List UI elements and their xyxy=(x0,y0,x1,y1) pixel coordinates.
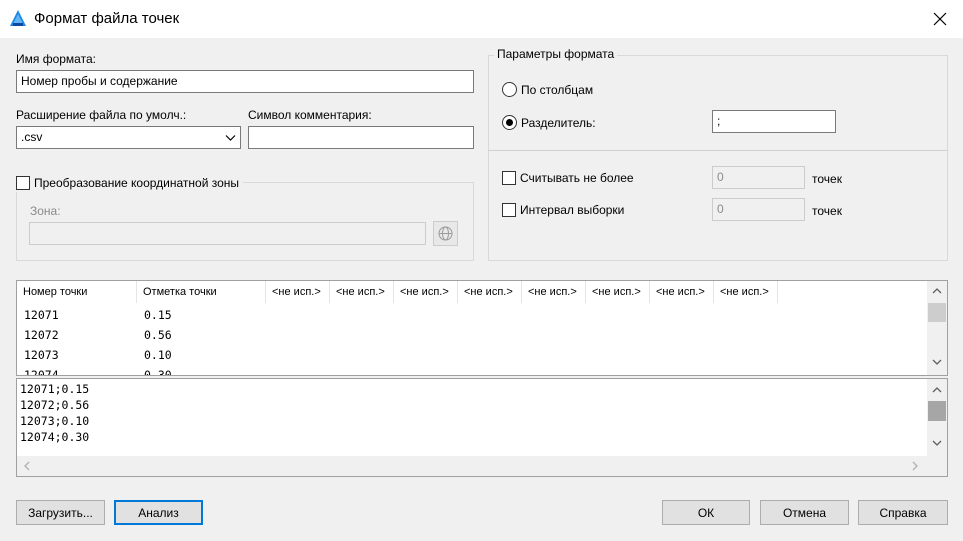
column-header[interactable]: <не исп.> xyxy=(714,281,778,303)
sample-interval-label: Интервал выборки xyxy=(520,203,625,217)
point-elevation-cell: 0.15 xyxy=(144,308,172,322)
column-header[interactable]: <не исп.> xyxy=(586,281,650,303)
table-vertical-scrollbar[interactable] xyxy=(927,281,947,375)
preview-vertical-scrollbar[interactable] xyxy=(927,379,947,456)
delimiter-radio[interactable] xyxy=(502,115,517,130)
zone-label: Зона: xyxy=(30,204,61,218)
scroll-right-icon[interactable] xyxy=(912,461,919,471)
delimiter-input[interactable]: ; xyxy=(712,110,836,133)
scroll-down-icon[interactable] xyxy=(932,440,942,447)
by-columns-label: По столбцам xyxy=(521,82,594,97)
close-button[interactable] xyxy=(922,5,958,33)
delimiter-label: Разделитель: xyxy=(521,115,596,130)
column-header[interactable]: Отметка точки xyxy=(137,281,266,303)
point-number-cell: 12073 xyxy=(24,348,59,362)
read-max-checkbox[interactable] xyxy=(502,171,516,185)
analyze-button[interactable]: Анализ xyxy=(114,500,203,525)
help-button[interactable]: Справка xyxy=(858,500,948,525)
column-header[interactable]: Номер точки xyxy=(17,281,137,303)
column-header[interactable]: <не исп.> xyxy=(522,281,586,303)
preview-scroll-thumb[interactable] xyxy=(928,401,946,421)
preview-horizontal-scrollbar[interactable] xyxy=(17,456,927,476)
preview-line: 12071;0.15 xyxy=(20,382,90,396)
point-elevation-cell: 0.56 xyxy=(144,328,172,342)
point-number-cell: 12074 xyxy=(24,368,59,376)
zone-picker-button[interactable] xyxy=(433,221,458,246)
format-name-label: Имя формата: xyxy=(16,52,96,66)
title-bar: Формат файла точек xyxy=(0,0,963,38)
table-row[interactable]: 12073 0.10 xyxy=(17,345,922,365)
params-divider xyxy=(488,150,948,151)
preview-line: 12074;0.30 xyxy=(20,430,90,444)
zone-input[interactable] xyxy=(29,222,426,245)
point-elevation-cell: 0.30 xyxy=(144,368,172,376)
table-scroll-thumb[interactable] xyxy=(928,303,946,322)
sample-interval-checkbox[interactable] xyxy=(502,203,516,217)
default-extension-select[interactable]: .csv xyxy=(16,126,241,149)
table-row[interactable]: 12074 0.30 xyxy=(17,365,922,376)
read-max-input[interactable]: 0 xyxy=(712,166,805,189)
default-extension-label: Расширение файла по умолч.: xyxy=(16,108,187,122)
comment-symbol-label: Символ комментария: xyxy=(248,108,372,122)
scroll-down-icon[interactable] xyxy=(932,359,942,366)
read-max-option[interactable]: Считывать не более xyxy=(502,171,634,185)
globe-icon xyxy=(438,226,453,241)
columns-table: Номер точки Отметка точки <не исп.> <не … xyxy=(16,280,948,376)
read-max-label: Считывать не более xyxy=(520,171,634,185)
scroll-up-icon[interactable] xyxy=(932,386,942,393)
format-params-title: Параметры формата xyxy=(494,47,618,61)
table-row[interactable]: 12071 0.15 xyxy=(17,305,922,325)
preview-line: 12073;0.10 xyxy=(20,414,90,428)
coord-zone-checkbox[interactable] xyxy=(16,176,30,190)
by-columns-radio[interactable] xyxy=(502,82,517,97)
sample-interval-input[interactable]: 0 xyxy=(712,198,805,221)
by-columns-option[interactable]: По столбцам xyxy=(502,82,593,97)
read-max-unit: точек xyxy=(812,172,842,186)
column-header[interactable]: <не исп.> xyxy=(650,281,714,303)
coord-zone-toggle[interactable]: Преобразование координатной зоны xyxy=(16,174,244,192)
column-header[interactable]: <не исп.> xyxy=(266,281,330,303)
point-elevation-cell: 0.10 xyxy=(144,348,172,362)
cancel-button[interactable]: Отмена xyxy=(760,500,849,525)
load-button[interactable]: Загрузить... xyxy=(16,500,105,525)
file-preview[interactable]: 12071;0.15 12072;0.56 12073;0.10 12074;0… xyxy=(16,378,948,477)
coord-zone-checkbox-label: Преобразование координатной зоны xyxy=(34,176,240,190)
app-logo-icon xyxy=(9,9,27,27)
column-header[interactable]: <не исп.> xyxy=(458,281,522,303)
close-icon xyxy=(933,12,947,26)
comment-symbol-input[interactable] xyxy=(248,126,474,149)
point-number-cell: 12072 xyxy=(24,328,59,342)
column-header[interactable]: <не исп.> xyxy=(394,281,458,303)
table-row[interactable]: 12072 0.56 xyxy=(17,325,922,345)
scroll-corner xyxy=(927,456,947,476)
chevron-down-icon xyxy=(225,135,236,141)
sample-interval-option[interactable]: Интервал выборки xyxy=(502,203,624,217)
column-header[interactable]: <не исп.> xyxy=(330,281,394,303)
default-extension-value: .csv xyxy=(21,130,43,144)
format-name-input[interactable]: Номер пробы и содержание xyxy=(16,70,474,93)
preview-line: 12072;0.56 xyxy=(20,398,90,412)
point-number-cell: 12071 xyxy=(24,308,59,322)
sample-interval-unit: точек xyxy=(812,204,842,218)
window-title: Формат файла точек xyxy=(34,10,180,27)
ok-button[interactable]: ОК xyxy=(662,500,750,525)
scroll-left-icon[interactable] xyxy=(23,461,30,471)
delimiter-option[interactable]: Разделитель: xyxy=(502,115,596,130)
scroll-up-icon[interactable] xyxy=(932,287,942,294)
